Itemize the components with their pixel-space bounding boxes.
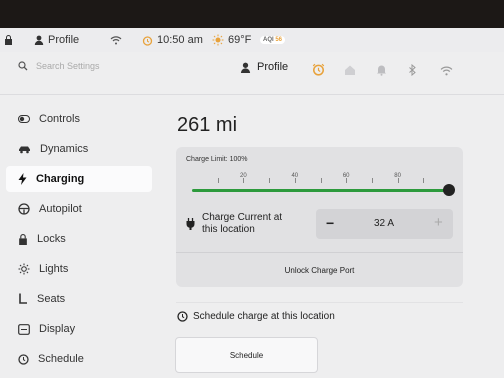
sidebar-item-charging[interactable]: Charging: [6, 166, 152, 192]
bluetooth-icon[interactable]: [408, 63, 422, 77]
person-icon: [240, 62, 251, 73]
steering-wheel-icon: [18, 203, 30, 215]
wifi-icon: [110, 35, 122, 45]
search-icon: [18, 61, 28, 71]
status-profile-label: Profile: [48, 34, 80, 46]
charge-limit-slider[interactable]: [192, 184, 455, 196]
alarm-icon[interactable]: [312, 63, 326, 77]
slider-tick-mark: [346, 178, 348, 183]
alarm-icon: [142, 35, 153, 46]
slider-tick-mark: [217, 178, 219, 183]
sun-icon: [18, 263, 30, 275]
schedule-button[interactable]: Schedule: [175, 337, 318, 373]
charge-current-label-line2: this location: [202, 224, 255, 235]
bell-icon[interactable]: [376, 63, 390, 77]
aqi-label: AQI: [263, 37, 274, 43]
time-text: 10:50 am: [157, 34, 203, 46]
sidebar-item-display[interactable]: Display: [6, 316, 152, 342]
person-icon: [34, 35, 44, 45]
charge-settings-card: Charge Limit: 100% 20 40 60 80 Charge Curre…: [176, 147, 463, 287]
lock-icon: [5, 35, 12, 45]
plug-icon: [186, 218, 195, 230]
charge-limit-fill: [192, 189, 449, 192]
schedule-charge-heading: Schedule charge at this location: [177, 311, 335, 322]
bolt-icon: [18, 173, 27, 185]
charge-current-stepper: − 32 A +: [316, 209, 453, 239]
charge-limit-knob[interactable]: [443, 184, 455, 196]
sun-icon: [212, 34, 224, 46]
sidebar-item-schedule[interactable]: Schedule: [6, 346, 152, 372]
unlock-charge-port-button[interactable]: Unlock Charge Port: [176, 253, 463, 287]
schedule-charge-title: Schedule charge at this location: [193, 311, 335, 322]
sidebar-item-label: Schedule: [38, 353, 84, 365]
lock-status[interactable]: [4, 35, 13, 45]
seat-icon: [19, 293, 27, 304]
sidebar-item-locks[interactable]: Locks: [6, 226, 152, 252]
search-placeholder: Search Settings: [36, 61, 100, 71]
sidebar-item-label: Locks: [37, 233, 66, 245]
slider-tick-mark: [397, 178, 399, 183]
sidebar-item-label: Seats: [37, 293, 66, 305]
sidebar-item-autopilot[interactable]: Autopilot: [6, 196, 152, 222]
clock-icon: [18, 353, 29, 365]
weather: 69°F: [212, 34, 251, 46]
screen-bezel-top: [0, 0, 504, 28]
aqi-badge: AQI 56: [260, 36, 286, 44]
profile-label: Profile: [257, 61, 289, 73]
sidebar-item-seats[interactable]: Seats: [6, 286, 152, 312]
home-icon[interactable]: [344, 63, 358, 77]
charge-limit-tick-marks: [192, 178, 449, 184]
charge-current-label: Charge Current at this location: [202, 212, 282, 236]
slider-tick-mark: [423, 178, 425, 183]
search-field[interactable]: Search Settings: [18, 61, 100, 71]
charge-limit-label: Charge Limit: 100%: [186, 156, 248, 163]
status-time: 10:50 am: [142, 34, 203, 46]
settings-header: Search Settings Profile: [0, 55, 504, 89]
increase-current-button[interactable]: +: [434, 214, 443, 231]
status-profile[interactable]: Profile: [34, 34, 79, 46]
decrease-current-button[interactable]: −: [326, 215, 334, 231]
sidebar-item-label: Dynamics: [40, 143, 89, 155]
slider-tick-mark: [371, 178, 373, 183]
sidebar-item-label: Display: [39, 323, 76, 335]
settings-sidebar: Controls Dynamics Charging Autopilot Loc…: [6, 106, 152, 376]
slider-tick-mark: [320, 178, 322, 183]
aqi-value: 56: [275, 37, 283, 43]
sidebar-item-label: Lights: [39, 263, 69, 275]
lock-icon: [19, 233, 27, 245]
slider-tick-mark: [243, 178, 245, 183]
display-icon: [18, 323, 30, 335]
slider-tick-mark: [269, 178, 271, 183]
header-divider: [0, 94, 504, 95]
clock-icon: [177, 311, 188, 322]
estimated-range: 261 mi: [177, 114, 238, 136]
sidebar-item-lights[interactable]: Lights: [6, 256, 152, 282]
sidebar-item-label: Autopilot: [39, 203, 82, 215]
sidebar-item-label: Charging: [36, 173, 85, 185]
status-bar: Profile 10:50 am 69°F AQI 56: [0, 28, 504, 52]
charge-current-value: 32 A: [374, 218, 395, 229]
profile-button[interactable]: Profile: [240, 61, 288, 73]
section-divider: [176, 302, 463, 303]
charge-current-label-line1: Charge Current at: [202, 212, 283, 223]
car-icon: [19, 146, 30, 153]
temperature-text: 69°F: [228, 34, 252, 46]
toggle-icon: [18, 115, 30, 123]
sidebar-item-dynamics[interactable]: Dynamics: [6, 136, 152, 162]
sidebar-item-controls[interactable]: Controls: [6, 106, 152, 132]
wifi-icon[interactable]: [440, 63, 454, 77]
sidebar-item-label: Controls: [39, 113, 80, 125]
slider-tick-mark: [294, 178, 296, 183]
